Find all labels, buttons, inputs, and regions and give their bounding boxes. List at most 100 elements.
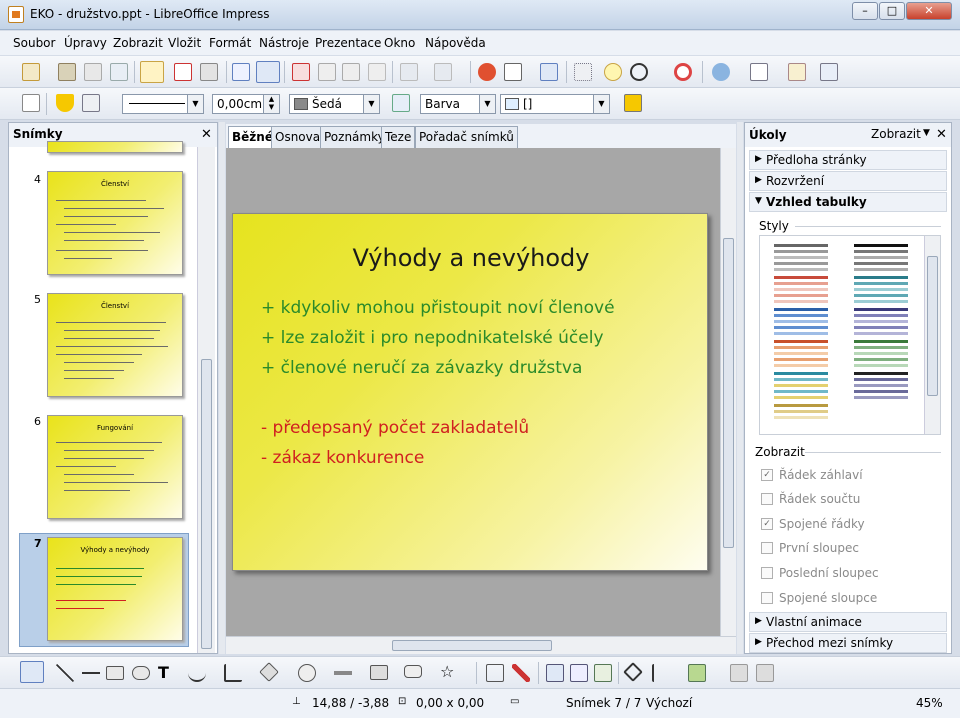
glue-points-icon[interactable] [512, 664, 530, 682]
line-arrow-icon[interactable] [82, 664, 100, 682]
clone-formatting-icon[interactable] [368, 63, 386, 81]
navigator-icon[interactable] [604, 63, 622, 81]
styles-icon[interactable] [22, 94, 40, 112]
open-icon[interactable] [58, 63, 76, 81]
area-fill-select[interactable]: [] ▼ [500, 94, 610, 114]
section-layouts[interactable]: ▶ Rozvržení [749, 171, 947, 191]
align-icon[interactable] [652, 664, 670, 682]
slide-thumbnail-7[interactable]: Výhody a nevýhody [47, 537, 183, 641]
area-fill-icon[interactable] [392, 94, 410, 112]
copy-icon[interactable] [318, 63, 336, 81]
rectangle-icon[interactable] [106, 666, 124, 680]
ellipse-icon[interactable] [132, 666, 150, 680]
text-tool-icon[interactable]: T [158, 664, 176, 682]
table-style-swatch[interactable] [774, 276, 828, 304]
cut-icon[interactable] [292, 63, 310, 81]
close-window-button[interactable]: ✕ [906, 2, 952, 20]
table-style-swatch[interactable] [774, 244, 828, 272]
menu-upravy[interactable]: Úpravy [64, 36, 107, 50]
table-icon[interactable] [504, 63, 522, 81]
autospellcheck-icon[interactable] [256, 61, 280, 83]
block-arrows-icon[interactable] [334, 664, 352, 682]
area-style-select[interactable]: Barva ▼ [420, 94, 496, 114]
extrusion-icon[interactable] [730, 664, 748, 682]
section-table-design[interactable]: ▼ Vzhled tabulky [749, 192, 947, 212]
line-color-select[interactable]: Šedá ▼ [289, 94, 380, 114]
select-arrow-icon[interactable] [20, 661, 44, 683]
slide-thumbnail-5[interactable]: Členství [47, 293, 183, 397]
points-icon[interactable] [486, 664, 504, 682]
spellcheck-icon[interactable] [232, 63, 250, 81]
fontwork-icon[interactable] [546, 664, 564, 682]
table-style-swatch[interactable] [854, 244, 908, 272]
print-icon[interactable] [200, 63, 218, 81]
minimize-button[interactable]: – [852, 2, 878, 20]
basic-shapes-icon[interactable] [259, 662, 279, 682]
menu-prezentace[interactable]: Prezentace [315, 36, 381, 50]
menu-napoveda[interactable]: Nápověda [425, 36, 486, 50]
canvas-horizontal-scrollbar[interactable] [226, 636, 736, 654]
slide-thumbnail-6[interactable]: Fungování [47, 415, 183, 519]
interaction-icon[interactable] [756, 664, 774, 682]
menu-zobrazit[interactable]: Zobrazit [113, 36, 163, 50]
table-style-swatch[interactable] [854, 372, 908, 400]
slide-pro-point[interactable]: + členové neručí za závazky družstva [261, 358, 582, 378]
table-style-swatch[interactable] [854, 308, 908, 336]
tab-slide-sorter[interactable]: Pořadač snímků [415, 126, 518, 148]
connector-icon[interactable] [224, 664, 242, 682]
zoom-level[interactable]: 45% [916, 696, 943, 710]
right-splitter[interactable] [737, 122, 743, 654]
arrow-style-icon[interactable] [82, 94, 100, 112]
close-tasks-panel-icon[interactable]: ✕ [936, 127, 947, 142]
maximize-button[interactable]: □ [879, 2, 905, 20]
table-style-swatch[interactable] [854, 340, 908, 368]
chart-icon[interactable] [478, 63, 496, 81]
section-master-pages[interactable]: ▶ Předloha stránky [749, 150, 947, 170]
table-style-swatch[interactable] [774, 308, 828, 336]
table-style-swatch[interactable] [774, 404, 828, 422]
slide-pro-point[interactable]: + kdykoliv mohou přistoupit noví členové [261, 298, 615, 318]
email-icon[interactable] [110, 63, 128, 81]
table-style-swatch[interactable] [774, 372, 828, 400]
slideshow-icon[interactable] [820, 63, 838, 81]
arrange-icon[interactable] [688, 664, 706, 682]
slide-title[interactable]: Výhody a nevýhody [233, 244, 709, 272]
undo-icon[interactable] [400, 63, 418, 81]
tasks-view-menu[interactable]: Zobrazit [871, 127, 921, 141]
gallery-tool-icon[interactable] [594, 664, 612, 682]
table-style-swatch[interactable] [774, 340, 828, 368]
from-file-icon[interactable] [570, 664, 588, 682]
close-slides-panel-icon[interactable]: ✕ [201, 127, 212, 142]
shadow-icon[interactable] [624, 94, 642, 112]
tab-outline[interactable]: Osnova [271, 126, 325, 148]
current-slide[interactable]: Výhody a nevýhody + kdykoliv mohou přist… [232, 213, 708, 571]
section-slide-transition[interactable]: ▶ Přechod mezi snímky [749, 633, 947, 653]
export-pdf-icon[interactable] [174, 63, 192, 81]
menu-format[interactable]: Formát [209, 36, 251, 50]
callouts-icon[interactable] [404, 665, 422, 678]
menu-soubor[interactable]: Soubor [13, 36, 55, 50]
gallery-icon[interactable] [712, 63, 730, 81]
help-icon[interactable] [674, 63, 692, 81]
table-styles-gallery[interactable] [759, 235, 941, 435]
grid-icon[interactable] [574, 63, 592, 81]
rotate-icon[interactable] [623, 662, 643, 682]
tab-handout[interactable]: Teze [381, 126, 416, 148]
chevron-down-icon[interactable]: ▼ [923, 128, 930, 138]
left-splitter[interactable] [219, 122, 225, 654]
line-tool-icon[interactable] [56, 664, 74, 682]
menu-okno[interactable]: Okno [384, 36, 415, 50]
menu-nastroje[interactable]: Nástroje [259, 36, 309, 50]
slide-thumbnail-3[interactable] [47, 141, 183, 153]
slide-layout-icon[interactable] [750, 63, 768, 81]
stars-icon[interactable]: ☆ [440, 663, 458, 681]
master-slides-icon[interactable] [788, 63, 806, 81]
curve-icon[interactable] [188, 664, 206, 682]
zoom-icon[interactable] [630, 63, 648, 81]
redo-icon[interactable] [434, 63, 452, 81]
tab-notes[interactable]: Poznámky [320, 126, 389, 148]
line-width-field[interactable]: 0,00cm ▲ ▼ [212, 94, 280, 114]
table-style-swatch[interactable] [854, 276, 908, 304]
slides-scrollbar[interactable] [197, 147, 215, 653]
slide-con-point[interactable]: - předepsaný počet zakladatelů [261, 418, 529, 438]
